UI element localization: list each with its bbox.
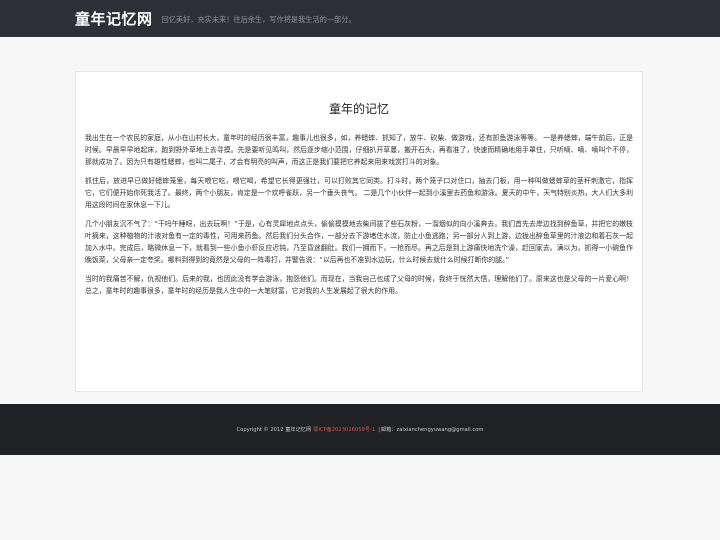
footer-copyright: Copyright © 2012 童年记忆网	[236, 427, 312, 433]
article-paragraph: 我出生在一个农民的家庭，从小在山村长大，童年时的经历很丰富，趣事儿也很多，如，养…	[85, 134, 633, 166]
article-title: 童年的记忆	[328, 102, 389, 117]
article-paragraph: 几个小朋友沉不气了：“干吗午睡呀，出去玩啊！”于是，心有灵犀地点点头，偷偷摸摸地…	[85, 220, 633, 264]
site-title-link[interactable]: 童年记忆网	[75, 8, 153, 29]
article-paragraph: 抓住后，放进早已做好蟋蟀笼里，每天喂它吃，喂它喝，希望它长得更强壮，可以打败其它…	[85, 177, 633, 209]
footer-separator: |	[378, 426, 380, 433]
article-body: 我出生在一个农民的家庭，从小在山村长大，童年时的经历很丰富，趣事儿也很多，如，养…	[85, 132, 633, 304]
footer-email: 邮箱：zaixianchengyuwang@gmail.com	[380, 427, 484, 433]
page-footer: Copyright © 2012 童年记忆网 鄂ICP备2023016059号-…	[0, 404, 720, 455]
top-header-bar: 童年记忆网 回忆美好，充实未来！往后余生，写作将是我生活的一部分。	[0, 0, 720, 37]
article-card: 童年的记忆 我出生在一个农民的家庭，从小在山村长大，童年时的经历很丰富，趣事儿也…	[75, 71, 643, 392]
footer-icp-link[interactable]: 鄂ICP备2023016059号-1	[313, 426, 375, 433]
site-tagline: 回忆美好，充实未来！往后余生，写作将是我生活的一部分。	[161, 15, 356, 24]
article-paragraph: 当时的我痛苦不解，仇视他们。后来的我，也因此没有学会游泳，抱怨他们。而现在，当我…	[85, 275, 633, 295]
